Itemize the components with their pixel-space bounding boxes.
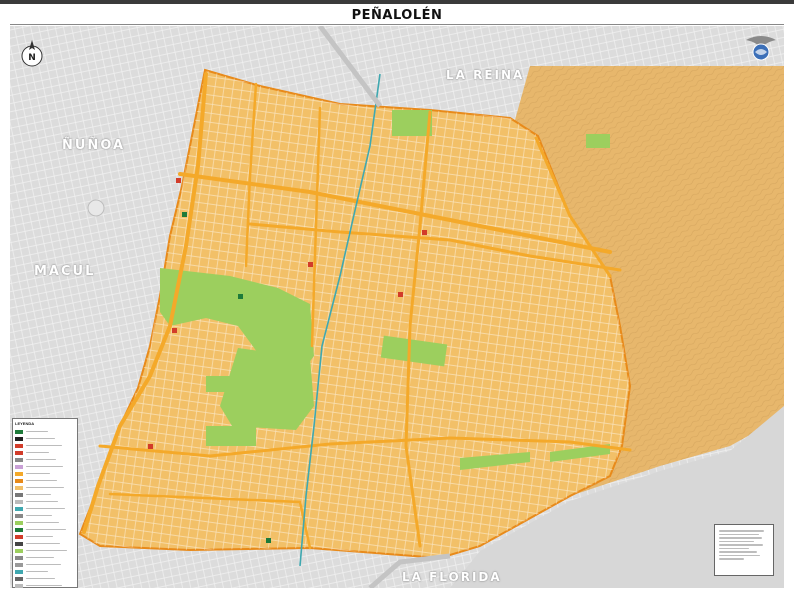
legend-item	[15, 519, 75, 526]
legend-symbol	[15, 436, 23, 441]
legend-item	[15, 484, 75, 491]
legend-title: LEYENDA	[15, 421, 35, 426]
legend-text-line	[26, 535, 53, 538]
legend-text-line	[26, 465, 63, 468]
legend-symbol	[15, 499, 23, 504]
legend-symbol	[15, 457, 23, 462]
legend-text-line	[26, 570, 48, 573]
park-sports[interactable]	[206, 376, 234, 392]
legend-item	[15, 498, 75, 505]
legend-item	[15, 442, 75, 449]
legend-item	[15, 547, 75, 554]
park-north[interactable]	[392, 110, 432, 136]
legend-symbol	[15, 478, 23, 483]
legend-symbol	[15, 527, 23, 532]
legend-text-line	[26, 514, 52, 517]
legend-text-line	[26, 542, 60, 545]
legend-text-line	[26, 444, 62, 447]
legend-item	[15, 456, 75, 463]
legend-item	[15, 477, 75, 484]
legend-symbol	[15, 443, 23, 448]
legend-text-line	[26, 437, 55, 440]
legend-text-line	[26, 500, 58, 503]
legend-symbol	[15, 583, 23, 588]
legend-symbol	[15, 506, 23, 511]
legend-item	[15, 575, 75, 582]
legend-text-line	[26, 521, 59, 524]
legend-text-line	[26, 451, 49, 454]
district-label-nunoa: ÑUÑOA	[62, 138, 126, 153]
map-legend: LEYENDA	[12, 418, 78, 588]
legend-item	[15, 505, 75, 512]
map-info-box	[714, 524, 774, 576]
legend-symbol	[15, 569, 23, 574]
legend-item	[15, 435, 75, 442]
roundabout-west	[87, 199, 105, 217]
legend-item	[15, 526, 75, 533]
district-label-macul: MACUL	[34, 264, 96, 279]
legend-symbol	[15, 562, 23, 567]
legend-text-line	[26, 493, 51, 496]
legend-text-line	[26, 507, 65, 510]
legend-symbol	[15, 541, 23, 546]
legend-symbol	[15, 548, 23, 553]
legend-items	[15, 428, 75, 588]
legend-text-line	[26, 556, 54, 559]
legend-text-line	[26, 479, 57, 482]
legend-text-line	[26, 458, 56, 461]
page-title: PEÑALOLÉN	[351, 8, 443, 23]
district-label-la-florida: LA FLORIDA	[402, 570, 502, 584]
legend-text-line	[26, 472, 50, 475]
legend-item	[15, 512, 75, 519]
legend-symbol	[15, 555, 23, 560]
legend-symbol	[15, 485, 23, 490]
top-bar	[0, 0, 794, 4]
north-arrow-icon: N	[20, 38, 44, 70]
legend-text-line	[26, 430, 48, 433]
park-east[interactable]	[586, 134, 610, 148]
legend-item	[15, 561, 75, 568]
map-view[interactable]: LA REINA ÑUÑOA MACUL LA FLORIDA N LEYEND…	[10, 26, 784, 588]
legend-item	[15, 533, 75, 540]
legend-text-line	[26, 528, 66, 531]
legend-symbol	[15, 492, 23, 497]
legend-item	[15, 470, 75, 477]
legend-text-line	[26, 563, 61, 566]
legend-item	[15, 428, 75, 435]
legend-text-line	[26, 584, 62, 587]
legend-symbol	[15, 576, 23, 581]
district-label-la-reina: LA REINA	[446, 68, 525, 82]
north-letter: N	[28, 53, 36, 63]
legend-symbol	[15, 429, 23, 434]
legend-item	[15, 540, 75, 547]
legend-symbol	[15, 450, 23, 455]
park-south-west[interactable]	[206, 426, 256, 446]
legend-text-line	[26, 549, 67, 552]
legend-item	[15, 463, 75, 470]
legend-text-line	[26, 577, 55, 580]
legend-item	[15, 491, 75, 498]
legend-symbol	[15, 464, 23, 469]
legend-item	[15, 554, 75, 561]
map-canvas[interactable]	[10, 26, 784, 588]
legend-item	[15, 582, 75, 588]
legend-symbol	[15, 534, 23, 539]
legend-item	[15, 568, 75, 575]
legend-symbol	[15, 513, 23, 518]
municipal-crest-icon	[744, 30, 778, 64]
legend-text-line	[26, 486, 64, 489]
legend-symbol	[15, 520, 23, 525]
legend-symbol	[15, 471, 23, 476]
title-rule	[10, 24, 784, 25]
legend-item	[15, 449, 75, 456]
